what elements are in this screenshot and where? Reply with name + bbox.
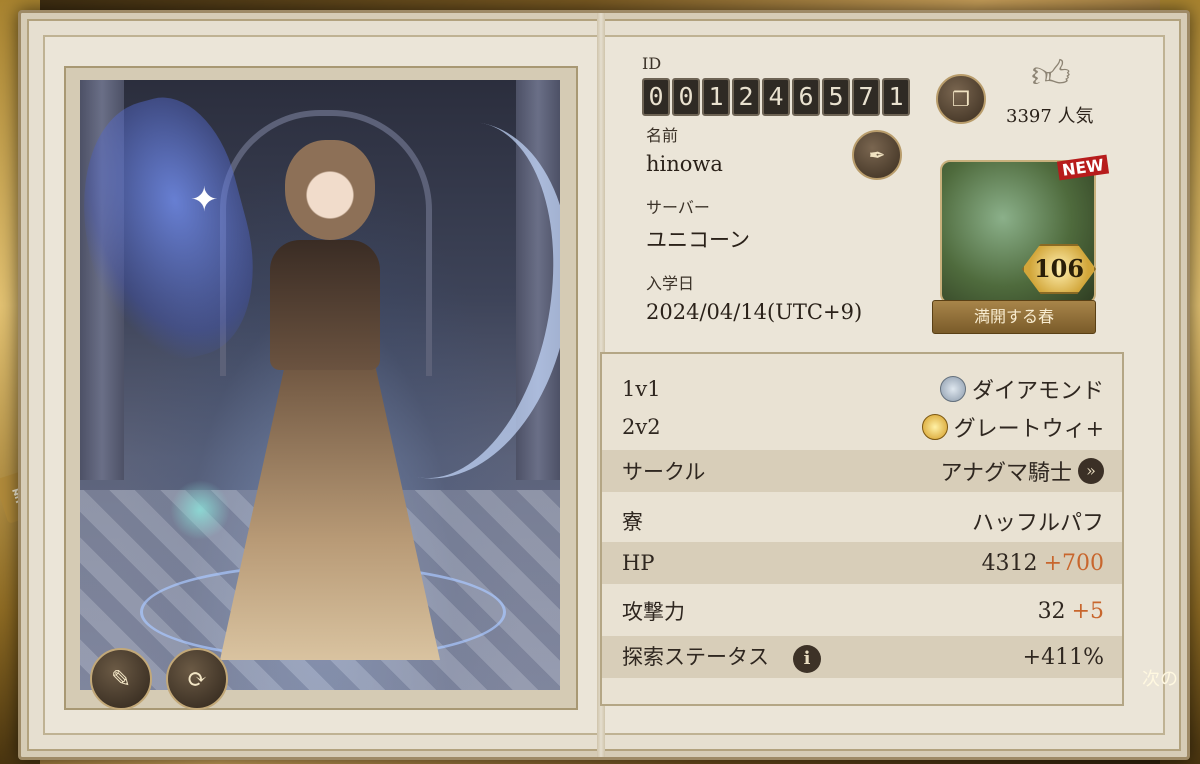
id-digit: 4 [762,78,790,116]
edit-name-button[interactable]: ✒ [852,130,902,180]
stat-label: HP [622,551,655,575]
enroll-label: 入学日 [646,274,695,293]
id-digit: 1 [702,78,730,116]
diamond-rank-icon [939,376,966,402]
stat-value: ダイアモンド [971,379,1104,404]
stat-base: 32 [1037,598,1066,624]
stat-row-2v2: 2v2 グレートウィ+ [602,406,1122,448]
name-label: 名前 [646,126,679,145]
id-digit: 6 [792,78,820,116]
stat-label: 1v1 [622,377,661,401]
stat-row-hp: HP 4312 +700 [602,542,1122,584]
stat-row-1v1: 1v1 ダイアモンド [602,368,1122,410]
stat-row-attack: 攻撃力 32 +5 [602,590,1122,632]
character-body [270,240,380,370]
stat-bonus: +5 [1071,598,1104,624]
id-digit: 1 [882,78,910,116]
popularity-count: 3397 人気 [1006,106,1094,127]
side-banner-right: 次の [1142,669,1178,690]
copy-id-button[interactable]: ❐ [936,74,986,124]
id-digit: 0 [642,78,670,116]
enroll-date: 2024/04/14(UTC+9) [646,300,863,324]
glow-orb [170,480,230,540]
thumbs-up-icon[interactable]: 👍︎ [1030,52,1072,100]
server-name: ユニコーン [646,228,750,252]
server-label: サーバー [646,198,710,217]
player-id: 001246571 [642,78,910,116]
stat-bonus: +700 [1043,550,1104,576]
stat-label: 探索ステータス [622,645,769,669]
stat-value: アナグマ騎士 [940,461,1072,486]
id-digit: 7 [852,78,880,116]
sparkle-icon: ✦ [190,180,219,220]
chevron-right-icon[interactable]: » [1078,458,1104,484]
stat-label: サークル [622,460,706,484]
stat-row-house: 寮 ハッフルパフ [602,500,1122,542]
id-label: ID [642,54,662,73]
stat-value: +411% [1022,644,1104,670]
id-digit: 0 [672,78,700,116]
great-rank-icon [921,414,948,440]
info-icon[interactable]: i [793,645,821,673]
edit-portrait-button[interactable]: ✎ [90,648,152,710]
quill-icon: ✒ [868,143,886,167]
edit-portrait-icon: ✎ [110,665,132,693]
rotate-icon: ⟳ [186,665,208,693]
id-digit: 2 [732,78,760,116]
stat-base: 4312 [981,550,1038,576]
stat-label: 攻撃力 [622,600,685,624]
character-portrait: ✦ [80,80,560,690]
stat-label: 2v2 [622,415,661,439]
stat-value: ハッフルパフ [971,511,1104,536]
player-name: hinowa [646,152,723,176]
id-digit: 5 [822,78,850,116]
stat-row-circle[interactable]: サークル アナグマ騎士» [602,450,1122,492]
stat-value: グレートウィ+ [953,417,1104,442]
character-head [285,140,375,240]
copy-icon: ❐ [952,87,970,111]
stats-panel: 1v1 ダイアモンド 2v2 グレートウィ+ サークル アナグマ騎士» 寮 ハッ… [600,352,1124,706]
badge-caption: 満開する春 [932,300,1096,334]
stat-row-explore: 探索ステータス i +411% [602,636,1122,678]
rotate-button[interactable]: ⟳ [166,648,228,710]
stat-label: 寮 [622,510,643,534]
